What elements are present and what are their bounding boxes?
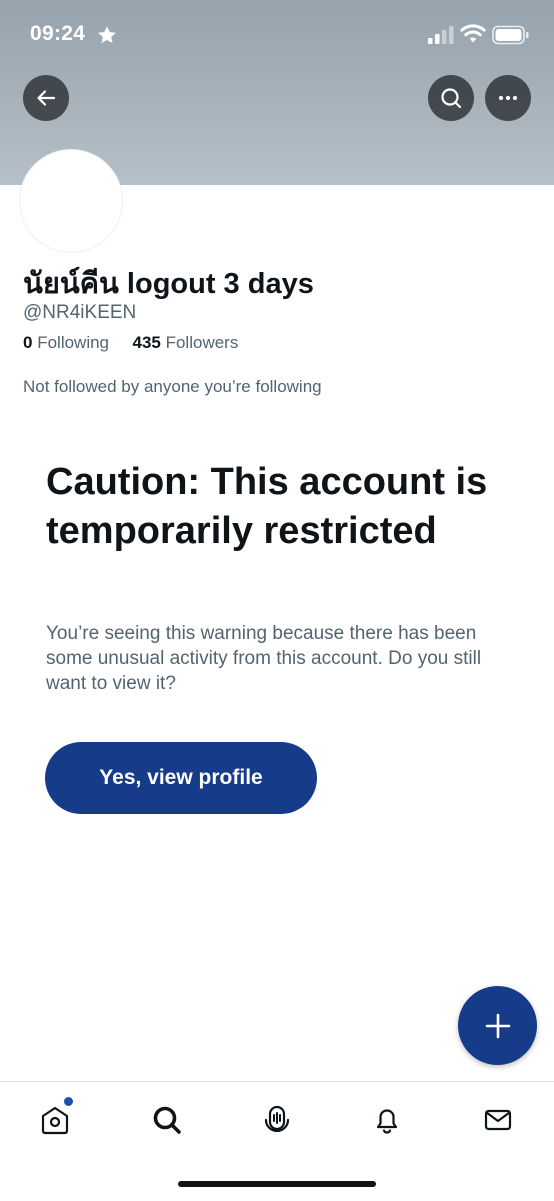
notifications-icon (376, 1109, 398, 1134)
explore-icon (153, 1106, 181, 1134)
plus-icon (485, 1013, 510, 1038)
view-profile-button[interactable]: Yes, view profile (45, 742, 317, 814)
spaces-icon (264, 1105, 290, 1133)
tab-explore[interactable] (147, 1100, 187, 1140)
home-icon (41, 1106, 69, 1135)
warning-body: You’re seeing this warning because there… (46, 623, 482, 694)
wifi-icon (460, 24, 486, 43)
tab-messages[interactable] (478, 1100, 518, 1140)
following-label: Following (37, 333, 110, 352)
warning-title: Caution: This account is temporarily res… (46, 461, 488, 552)
tab-spaces[interactable] (257, 1100, 297, 1140)
handle: @NR4iKEEN (23, 302, 137, 323)
search-icon (441, 88, 462, 109)
status-bar: 09:24 (0, 0, 554, 70)
messages-icon (484, 1109, 512, 1131)
display-name: นัยน์คีน logout 3 days (23, 268, 314, 300)
search-button[interactable] (428, 75, 474, 121)
following-link[interactable]: 0 Following (23, 333, 114, 352)
avatar[interactable] (20, 150, 122, 252)
star-icon (98, 26, 116, 44)
more-icon (498, 95, 518, 101)
followers-label: Followers (165, 333, 239, 352)
followers-count: 435 (132, 333, 161, 352)
back-button[interactable] (23, 75, 69, 121)
status-time: 09:24 (30, 22, 86, 45)
not-followed-notice: Not followed by anyone you’re following (23, 377, 322, 396)
compose-button[interactable] (458, 986, 537, 1065)
more-button[interactable] (485, 75, 531, 121)
signal-icon (428, 26, 454, 44)
follow-stats: 0 Following 435 Followers (23, 333, 238, 353)
home-notification-dot (63, 1096, 74, 1107)
followers-link[interactable]: 435 Followers (132, 333, 238, 352)
back-arrow-icon (37, 90, 56, 106)
home-indicator (178, 1181, 376, 1187)
battery-icon (492, 25, 529, 45)
following-count: 0 (23, 333, 33, 352)
tab-notifications[interactable] (367, 1100, 407, 1140)
